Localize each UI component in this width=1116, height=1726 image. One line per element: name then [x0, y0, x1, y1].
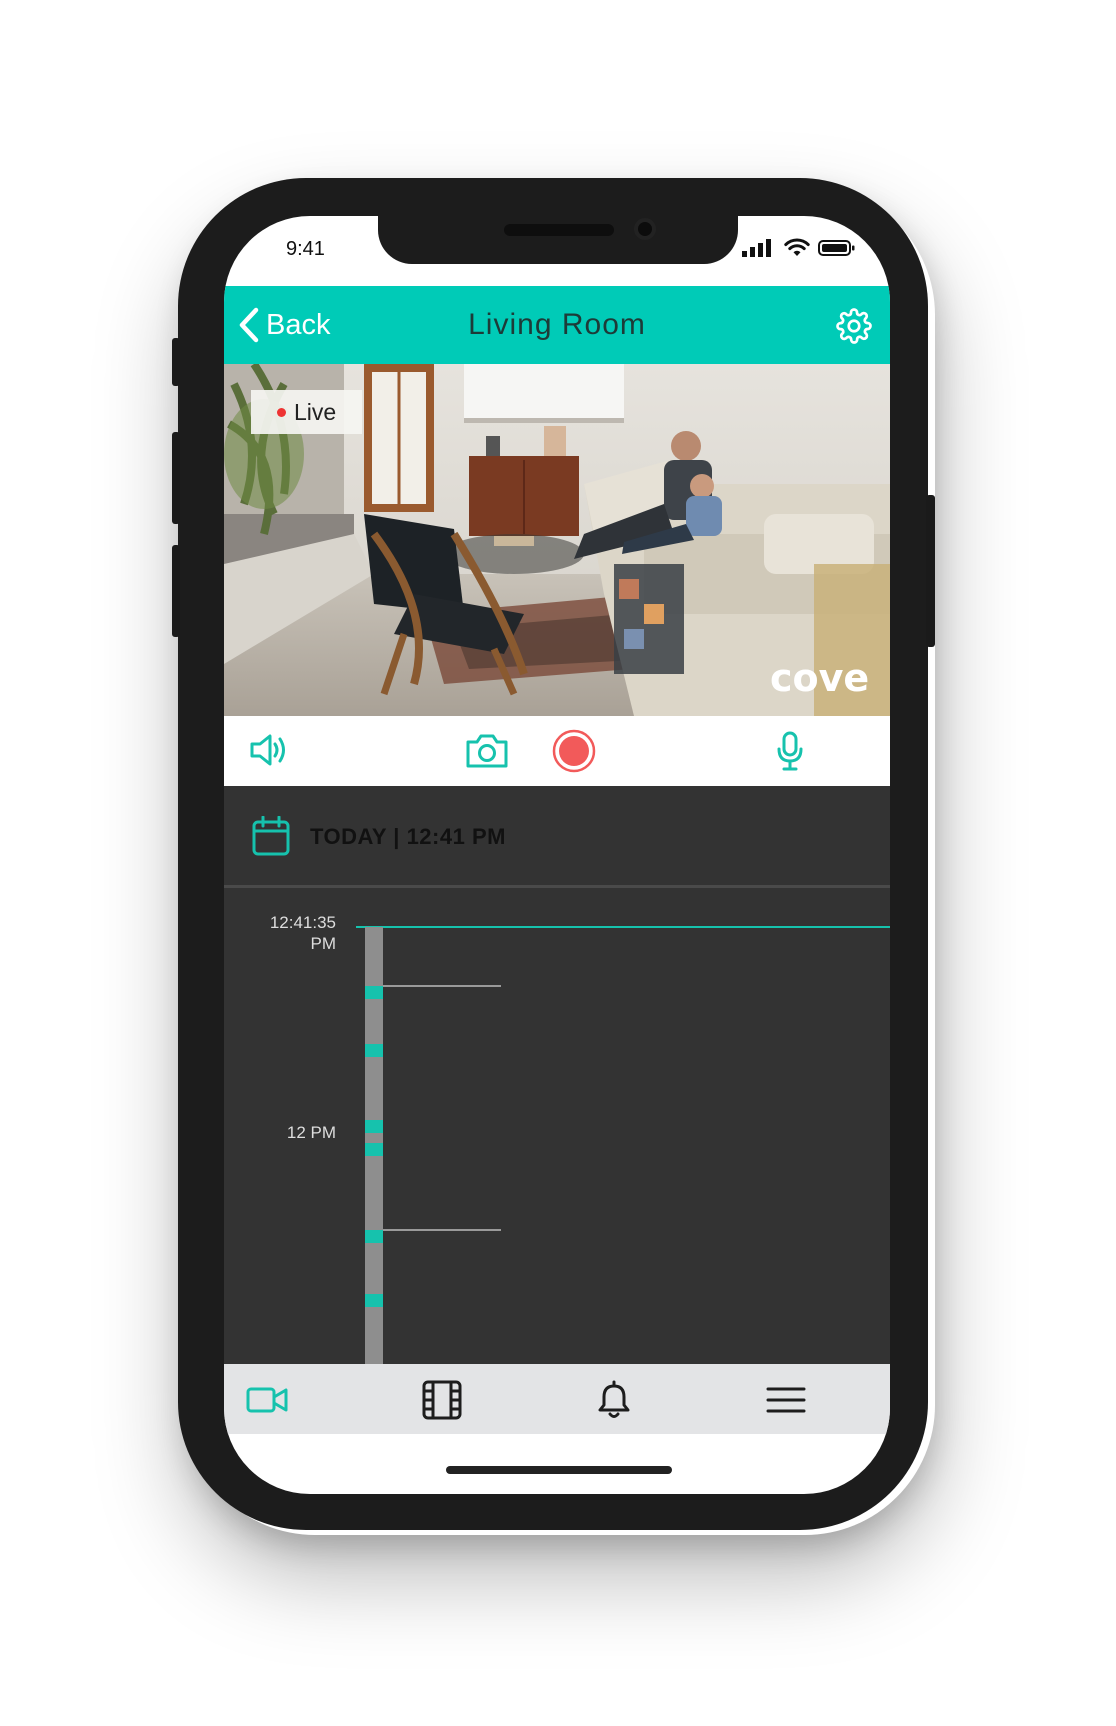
- record-button[interactable]: [551, 728, 597, 774]
- current-time-label: 12:41:35 PM: [246, 912, 336, 954]
- date-label: TODAY | 12:41 PM: [310, 824, 506, 849]
- mute-switch: [172, 338, 180, 386]
- live-video-feed[interactable]: Live cove: [224, 364, 890, 716]
- video-controls: [224, 716, 890, 786]
- microphone-icon[interactable]: [776, 730, 804, 772]
- timeline-track[interactable]: [365, 927, 383, 1364]
- status-time: 9:41: [286, 238, 325, 260]
- video-camera-icon[interactable]: [246, 1380, 290, 1420]
- hour-label: 12 PM: [286, 1123, 336, 1142]
- event-marker-line[interactable]: [383, 985, 501, 987]
- recording-segment[interactable]: [365, 1230, 383, 1243]
- speaker-icon[interactable]: [248, 732, 290, 768]
- timeline-panel: TODAY | 12:41 PM 12:41:35 PM 12 PM: [224, 786, 890, 1364]
- app-header: Back Living Room: [224, 286, 890, 364]
- earpiece-speaker: [504, 224, 614, 236]
- live-label: Live: [294, 398, 337, 425]
- battery-icon: [818, 240, 855, 256]
- power-button: [926, 495, 935, 647]
- live-indicator-dot: [277, 407, 286, 417]
- status-icons: [742, 238, 856, 258]
- recording-segment[interactable]: [365, 986, 383, 999]
- front-camera: [634, 218, 656, 240]
- calendar-icon[interactable]: [252, 816, 290, 856]
- page-title: Living Room: [468, 308, 646, 341]
- camera-icon[interactable]: [464, 732, 510, 770]
- recording-segment[interactable]: [365, 1120, 383, 1133]
- signal-icon: [742, 239, 771, 257]
- current-time-marker: [356, 926, 890, 928]
- home-indicator[interactable]: [446, 1466, 672, 1474]
- date-selector[interactable]: TODAY | 12:41 PM: [224, 786, 890, 888]
- current-time-label-time: 12:41:35: [269, 913, 336, 932]
- volume-down-button: [172, 545, 180, 637]
- notch: [378, 216, 738, 264]
- volume-up-button: [172, 432, 180, 524]
- film-icon[interactable]: [420, 1380, 464, 1420]
- tab-bar: [224, 1364, 890, 1434]
- recording-segment[interactable]: [365, 1294, 383, 1307]
- recording-segment[interactable]: [365, 1143, 383, 1156]
- live-badge: Live: [251, 390, 363, 434]
- current-time-label-ampm: PM: [310, 934, 337, 953]
- recording-segment[interactable]: [365, 1044, 383, 1057]
- gear-icon[interactable]: [836, 308, 872, 344]
- bell-icon[interactable]: [592, 1380, 636, 1420]
- menu-icon[interactable]: [764, 1380, 808, 1420]
- brand-watermark: cove: [770, 656, 870, 700]
- event-marker-line[interactable]: [383, 1229, 501, 1231]
- phone-screen: 9:41 Back Living Room Live cove TODAY | …: [224, 216, 890, 1494]
- wifi-icon: [784, 238, 810, 256]
